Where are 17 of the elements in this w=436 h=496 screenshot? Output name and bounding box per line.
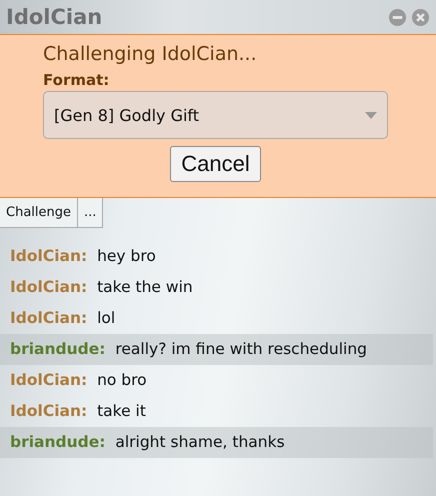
chat-message: IdolCian: take it xyxy=(9,401,147,422)
chat-message: IdolCian: no bro xyxy=(9,370,148,391)
format-label: Format: xyxy=(43,71,110,89)
challenge-heading: Challenging IdolCian... xyxy=(43,43,258,65)
chat-message: IdolCian: take the win xyxy=(9,277,194,298)
tab[interactable]: ... xyxy=(78,198,104,228)
minimize-icon[interactable] xyxy=(388,8,407,26)
chat-message: IdolCian: hey bro xyxy=(9,246,157,267)
cancel-button[interactable]: Cancel xyxy=(170,146,261,182)
chat-message: IdolCian: lol xyxy=(9,308,116,329)
chat-message: briandude: alright shame, thanks xyxy=(0,427,433,458)
tab[interactable]: Challenge xyxy=(0,198,78,228)
format-select[interactable]: [Gen 8] Godly Gift xyxy=(43,91,388,139)
close-icon[interactable] xyxy=(411,8,430,26)
chat-message: briandude: really? im fine with rescheduling xyxy=(0,334,433,365)
caret-icon xyxy=(365,112,377,118)
window-title: IdolCian xyxy=(6,5,102,29)
